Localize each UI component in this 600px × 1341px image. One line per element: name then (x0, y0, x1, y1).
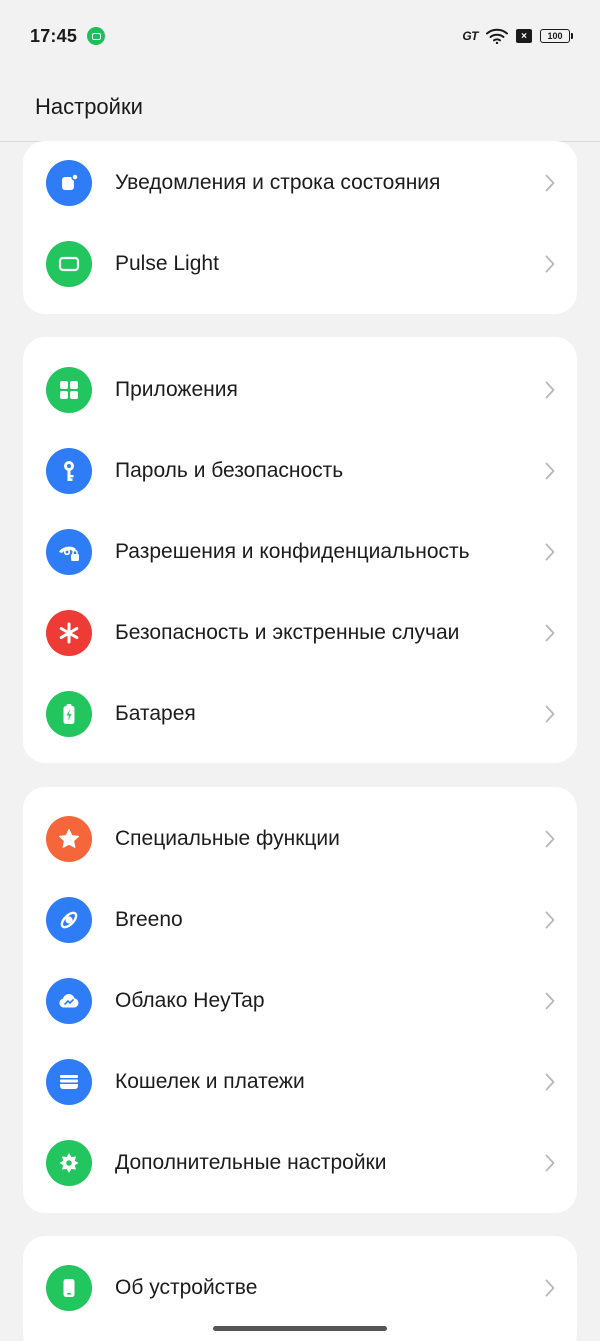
settings-card-system: Уведомления и строка состояния Pulse Lig… (23, 141, 577, 314)
settings-item-label: Breeno (115, 907, 183, 931)
battery-icon (46, 690, 92, 737)
status-bar: 17:45 GT × 100 (0, 0, 600, 72)
settings-item-label: Облако HeyTap (115, 988, 265, 1012)
settings-item-accessibility[interactable]: Специальные функции (23, 798, 577, 879)
cloud-icon (46, 977, 92, 1024)
page-header: Настройки (0, 72, 600, 142)
chevron-right-icon (545, 255, 555, 272)
settings-item-apps[interactable]: Приложения (23, 349, 577, 430)
settings-item-label: Пароль и безопасность (115, 458, 344, 482)
settings-card-services: Специальные функции Breeno Облако HeyTap… (23, 787, 577, 1213)
settings-item-label: Дополнительные настройки (115, 1150, 387, 1174)
page-title: Настройки (35, 93, 143, 119)
chevron-right-icon (545, 1073, 555, 1090)
chevron-right-icon (545, 830, 555, 847)
settings-item-label: Об устройстве (115, 1275, 258, 1299)
chevron-right-icon (545, 462, 555, 479)
star-icon (46, 815, 92, 862)
gear-icon (46, 1139, 92, 1186)
settings-item-about-device[interactable]: Об устройстве (23, 1247, 577, 1328)
chevron-right-icon (545, 174, 555, 191)
settings-item-label: Приложения (115, 377, 238, 401)
settings-item-permissions-privacy[interactable]: Разрешения и конфиденциальность (23, 511, 577, 592)
phone-icon (46, 1264, 92, 1311)
chevron-right-icon (545, 543, 555, 560)
chevron-right-icon (545, 381, 555, 398)
apps-grid-icon (46, 366, 92, 413)
settings-item-emergency[interactable]: Безопасность и экстренные случаи (23, 592, 577, 673)
chevron-right-icon (545, 1154, 555, 1171)
chevron-right-icon (545, 705, 555, 722)
settings-item-heytap-cloud[interactable]: Облако HeyTap (23, 960, 577, 1041)
home-indicator[interactable] (213, 1326, 387, 1331)
settings-item-battery[interactable]: Батарея (23, 673, 577, 754)
settings-item-notifications[interactable]: Уведомления и строка состояния (23, 142, 577, 223)
notification-icon (46, 159, 92, 206)
settings-item-wallet[interactable]: Кошелек и платежи (23, 1041, 577, 1122)
settings-item-label: Pulse Light (115, 251, 219, 275)
gt-mode-icon: GT (462, 29, 478, 43)
emergency-asterisk-icon (46, 609, 92, 656)
wifi-icon (486, 28, 508, 44)
chevron-right-icon (545, 1279, 555, 1296)
chevron-right-icon (545, 624, 555, 641)
battery-status-icon: 100 (540, 29, 573, 43)
settings-item-label: Разрешения и конфиденциальность (115, 539, 470, 563)
settings-item-additional[interactable]: Дополнительные настройки (23, 1122, 577, 1203)
settings-item-pulse-light[interactable]: Pulse Light (23, 223, 577, 304)
status-icons: GT × 100 (462, 28, 573, 44)
chevron-right-icon (545, 992, 555, 1009)
sim-x-icon: × (516, 29, 532, 43)
chevron-right-icon (545, 911, 555, 928)
settings-item-label: Безопасность и экстренные случаи (115, 620, 460, 644)
settings-item-label: Кошелек и платежи (115, 1069, 305, 1093)
settings-item-label: Уведомления и строка состояния (115, 170, 441, 194)
wallet-icon (46, 1058, 92, 1105)
settings-item-breeno[interactable]: Breeno (23, 879, 577, 960)
settings-card-apps-security: Приложения Пароль и безопасность Разреше… (23, 337, 577, 763)
pulse-light-icon (46, 240, 92, 287)
settings-item-label: Батарея (115, 701, 196, 725)
settings-item-password-security[interactable]: Пароль и безопасность (23, 430, 577, 511)
status-time: 17:45 (30, 25, 78, 46)
breeno-icon (46, 896, 92, 943)
screen-record-icon (87, 27, 106, 45)
privacy-eye-icon (46, 528, 92, 575)
settings-item-label: Специальные функции (115, 826, 340, 850)
key-icon (46, 447, 92, 494)
